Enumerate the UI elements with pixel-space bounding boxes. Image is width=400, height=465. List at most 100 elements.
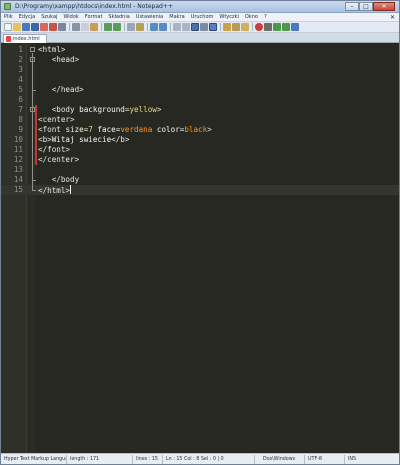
save-all-icon[interactable] bbox=[31, 23, 39, 31]
menu-help[interactable]: ? bbox=[264, 14, 267, 20]
change-marker bbox=[35, 125, 37, 135]
code-token: Witaj swiecie bbox=[51, 135, 112, 144]
undo-icon[interactable] bbox=[104, 23, 112, 31]
code-text: <html> bbox=[38, 45, 65, 55]
zoom-out-icon[interactable] bbox=[159, 23, 167, 31]
toolbar-separator bbox=[147, 23, 148, 31]
close-all-icon[interactable] bbox=[49, 23, 57, 31]
doc-map-icon[interactable] bbox=[232, 23, 240, 31]
stop-macro-icon[interactable] bbox=[264, 23, 272, 31]
code-line[interactable]: 6 bbox=[1, 95, 399, 105]
run-macro-multiple-icon[interactable] bbox=[282, 23, 290, 31]
menu-edycja[interactable]: Edycja bbox=[19, 14, 36, 20]
toolbar bbox=[1, 22, 399, 33]
folder-workspace-icon[interactable] bbox=[241, 23, 249, 31]
fold-toggle-icon[interactable] bbox=[30, 57, 35, 62]
line-number: 10 bbox=[13, 135, 23, 144]
code-token: <b> bbox=[38, 135, 52, 144]
line-number: 15 bbox=[13, 185, 23, 194]
save-icon[interactable] bbox=[22, 23, 30, 31]
minimize-button[interactable]: – bbox=[345, 2, 359, 11]
menu-makra[interactable]: Makra bbox=[169, 14, 184, 20]
fold-toggle-icon[interactable] bbox=[30, 47, 35, 52]
title-bar[interactable]: D:\Programy\xampp\htdocs\index.html - No… bbox=[1, 1, 399, 13]
save-macro-icon[interactable] bbox=[291, 23, 299, 31]
find-icon[interactable] bbox=[127, 23, 135, 31]
replace-icon[interactable] bbox=[136, 23, 144, 31]
code-line[interactable]: 14 </body bbox=[1, 175, 399, 185]
print-icon[interactable] bbox=[58, 23, 66, 31]
code-line[interactable]: 1 <html> bbox=[1, 45, 399, 55]
copy-icon[interactable] bbox=[81, 23, 89, 31]
menu-bar: Plik Edycja Szukaj Widok Format Składnia… bbox=[1, 13, 399, 22]
redo-icon[interactable] bbox=[113, 23, 121, 31]
status-lines: lines : 15 bbox=[133, 454, 163, 464]
menu-okno[interactable]: Okno bbox=[245, 14, 258, 20]
cut-icon[interactable] bbox=[72, 23, 80, 31]
close-file-icon[interactable] bbox=[40, 23, 48, 31]
status-bar: Hyper Text Markup Language file length :… bbox=[1, 453, 399, 464]
menu-ustawienia[interactable]: Ustawienia bbox=[136, 14, 163, 20]
menu-szukaj[interactable]: Szukaj bbox=[41, 14, 57, 20]
code-line[interactable]: 11 </font> bbox=[1, 145, 399, 155]
status-eol: Dos\Windows bbox=[255, 454, 305, 464]
line-number: 13 bbox=[13, 165, 23, 174]
change-marker bbox=[35, 105, 37, 115]
change-marker bbox=[35, 155, 37, 165]
code-line[interactable]: 8 <center> bbox=[1, 115, 399, 125]
sync-horizontal-icon[interactable] bbox=[182, 23, 190, 31]
unsaved-file-icon bbox=[6, 36, 11, 42]
play-macro-icon[interactable] bbox=[273, 23, 281, 31]
code-token: yellow bbox=[129, 105, 157, 114]
code-line[interactable]: 2 <head> bbox=[1, 55, 399, 65]
code-line[interactable]: 15 </html> bbox=[1, 185, 399, 195]
code-token: face= bbox=[97, 125, 121, 134]
code-editor[interactable]: 1 <html> 2 <head> 3 4 5 </head> 6 7 <body backg… bbox=[1, 43, 399, 453]
menu-plik[interactable]: Plik bbox=[4, 14, 13, 20]
fold-end-marker bbox=[32, 190, 36, 191]
code-token: </html> bbox=[38, 186, 71, 195]
code-token: </center> bbox=[38, 155, 80, 164]
close-button[interactable]: ✕ bbox=[373, 2, 395, 11]
word-wrap-icon[interactable] bbox=[191, 23, 199, 31]
indent-guide-icon[interactable] bbox=[209, 23, 217, 31]
show-all-chars-icon[interactable] bbox=[200, 23, 208, 31]
code-line[interactable]: 13 bbox=[1, 165, 399, 175]
menu-uruchom[interactable]: Uruchom bbox=[191, 14, 214, 20]
code-text: </font> bbox=[38, 145, 70, 155]
fold-guide bbox=[32, 63, 33, 91]
new-file-icon[interactable] bbox=[4, 23, 12, 31]
code-line[interactable]: 4 bbox=[1, 75, 399, 85]
code-token: </body bbox=[51, 175, 80, 184]
tab-index-html[interactable]: index.html bbox=[3, 34, 47, 43]
code-line[interactable]: 7 <body background=yellow> bbox=[1, 105, 399, 115]
zoom-in-icon[interactable] bbox=[150, 23, 158, 31]
paste-icon[interactable] bbox=[90, 23, 98, 31]
open-file-icon[interactable] bbox=[13, 23, 21, 31]
code-line[interactable]: 5 </head> bbox=[1, 85, 399, 95]
line-number: 5 bbox=[18, 85, 23, 94]
menu-wtyczki[interactable]: Wtyczki bbox=[219, 14, 239, 20]
code-token: <center> bbox=[38, 115, 75, 124]
close-document-icon[interactable]: ✕ bbox=[390, 14, 395, 21]
change-marker bbox=[35, 115, 37, 125]
maximize-button[interactable]: □ bbox=[359, 2, 373, 11]
code-line[interactable]: 9 <font size=7 face=verdana color=black> bbox=[1, 125, 399, 135]
function-list-icon[interactable] bbox=[223, 23, 231, 31]
code-line[interactable]: 3 bbox=[1, 65, 399, 75]
tab-label: index.html bbox=[13, 36, 40, 42]
line-number: 7 bbox=[18, 105, 23, 114]
fold-guide bbox=[32, 113, 33, 181]
record-macro-icon[interactable] bbox=[255, 23, 263, 31]
code-line[interactable]: 12 </center> bbox=[1, 155, 399, 165]
menu-format[interactable]: Format bbox=[85, 14, 103, 20]
menu-skladnia[interactable]: Składnia bbox=[108, 14, 129, 20]
code-token: </b> bbox=[111, 135, 130, 144]
code-line[interactable]: 10 <b>Witaj swiecie</b> bbox=[1, 135, 399, 145]
menu-widok[interactable]: Widok bbox=[63, 14, 78, 20]
sync-vertical-icon[interactable] bbox=[173, 23, 181, 31]
code-token: black bbox=[184, 125, 208, 134]
